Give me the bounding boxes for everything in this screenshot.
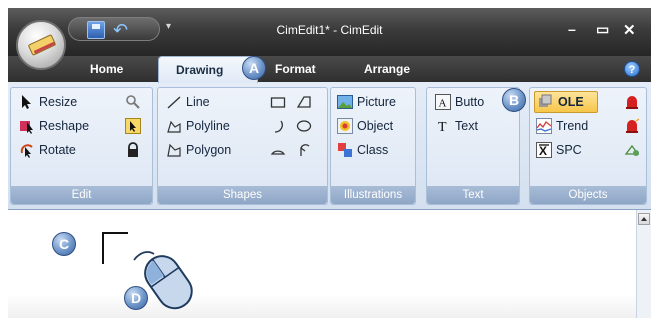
group-objects-label: Objects bbox=[530, 186, 646, 204]
cursor-arrow-icon bbox=[22, 95, 31, 109]
picture-icon bbox=[337, 95, 353, 109]
text-button-icon: A bbox=[435, 94, 451, 110]
button-tool-label: Butto bbox=[455, 95, 485, 109]
zoom-icon[interactable] bbox=[125, 94, 141, 110]
line-label: Line bbox=[186, 95, 210, 109]
alarm-icon[interactable] bbox=[624, 94, 640, 110]
line-icon bbox=[167, 96, 181, 109]
select-cursor-icon[interactable] bbox=[125, 118, 141, 134]
cimedit-window: ↶ ▾ CimEdit1* - CimEdit – ▭ ✕ Home Drawi… bbox=[8, 8, 651, 318]
resize-label: Resize bbox=[39, 95, 78, 109]
tab-home[interactable]: Home bbox=[90, 62, 123, 76]
tab-format[interactable]: Format bbox=[275, 62, 316, 76]
close-button[interactable]: ✕ bbox=[623, 21, 636, 39]
callout-b: B bbox=[502, 88, 526, 112]
drawing-canvas[interactable] bbox=[8, 210, 636, 318]
callout-d: D bbox=[124, 286, 148, 310]
svg-text:A: A bbox=[439, 98, 447, 110]
group-shapes-label: Shapes bbox=[158, 186, 327, 204]
group-illustrations: Picture Object Class Illustrations bbox=[330, 87, 416, 205]
object-icon bbox=[337, 118, 353, 134]
rotate-label: Rotate bbox=[39, 143, 76, 157]
pencil-icon bbox=[27, 34, 57, 56]
spc-label: SPC bbox=[556, 143, 582, 157]
vertical-scrollbar[interactable] bbox=[636, 210, 651, 318]
reshape-icon bbox=[20, 121, 33, 134]
callout-c: C bbox=[52, 232, 76, 256]
group-edit: Resize Reshape Rotate Edit bbox=[10, 87, 153, 205]
rectangle-icon[interactable] bbox=[270, 94, 286, 110]
object-label: Object bbox=[357, 119, 394, 133]
lock-icon[interactable] bbox=[125, 142, 141, 158]
group-shapes: Line Polyline Polygon Shapes bbox=[157, 87, 328, 205]
svg-text:X: X bbox=[539, 144, 547, 158]
spc-icon: X bbox=[536, 142, 552, 158]
application-button[interactable] bbox=[16, 20, 66, 70]
class-icon bbox=[338, 143, 352, 157]
minimize-button[interactable]: – bbox=[568, 21, 576, 37]
drawing-cursor-corner bbox=[102, 232, 128, 264]
window-title: CimEdit1* - CimEdit bbox=[276, 23, 383, 37]
parallelogram-icon[interactable] bbox=[296, 94, 312, 110]
polygon-label: Polygon bbox=[186, 143, 232, 157]
text-tool-label: Text bbox=[455, 119, 478, 133]
rotate-icon bbox=[20, 144, 33, 158]
polyline-icon bbox=[167, 120, 181, 133]
ole-button[interactable]: OLE bbox=[534, 91, 598, 113]
ole-label: OLE bbox=[558, 95, 584, 109]
title-bar: ↶ ▾ CimEdit1* - CimEdit – ▭ ✕ bbox=[8, 8, 651, 56]
group-text-label: Text bbox=[427, 186, 519, 204]
class-label: Class bbox=[357, 143, 389, 157]
ribbon: Resize Reshape Rotate Edit Line Polyline… bbox=[8, 82, 651, 210]
pie-wedge-icon[interactable] bbox=[296, 142, 312, 158]
siren-icon[interactable] bbox=[624, 118, 640, 134]
polygon-icon bbox=[167, 143, 181, 157]
help-icon[interactable]: ? bbox=[624, 61, 640, 77]
text-icon: T bbox=[438, 120, 447, 134]
picture-label: Picture bbox=[357, 95, 396, 109]
callout-a: A bbox=[242, 56, 266, 80]
ole-icon bbox=[539, 94, 552, 107]
scroll-up-icon[interactable] bbox=[638, 213, 650, 225]
arc-icon[interactable] bbox=[270, 118, 286, 134]
chord-icon[interactable] bbox=[270, 142, 286, 158]
group-illustrations-label: Illustrations bbox=[331, 186, 415, 204]
trend-label: Trend bbox=[556, 119, 589, 133]
tab-arrange[interactable]: Arrange bbox=[364, 62, 410, 76]
maximize-button[interactable]: ▭ bbox=[596, 21, 609, 38]
reshape-label: Reshape bbox=[39, 119, 90, 133]
ellipse-icon[interactable] bbox=[296, 118, 312, 134]
group-objects: OLE Trend X SPC Objects bbox=[529, 87, 647, 205]
canvas-edge bbox=[8, 294, 636, 318]
svg-text:T: T bbox=[438, 120, 447, 134]
polyline-label: Polyline bbox=[186, 119, 230, 133]
ribbon-tabs: Home Drawing Format Arrange ? bbox=[8, 56, 651, 83]
group-edit-label: Edit bbox=[11, 186, 152, 204]
mouse-icon bbox=[133, 251, 193, 310]
add-object-icon[interactable] bbox=[624, 142, 640, 158]
trend-icon bbox=[536, 118, 552, 134]
